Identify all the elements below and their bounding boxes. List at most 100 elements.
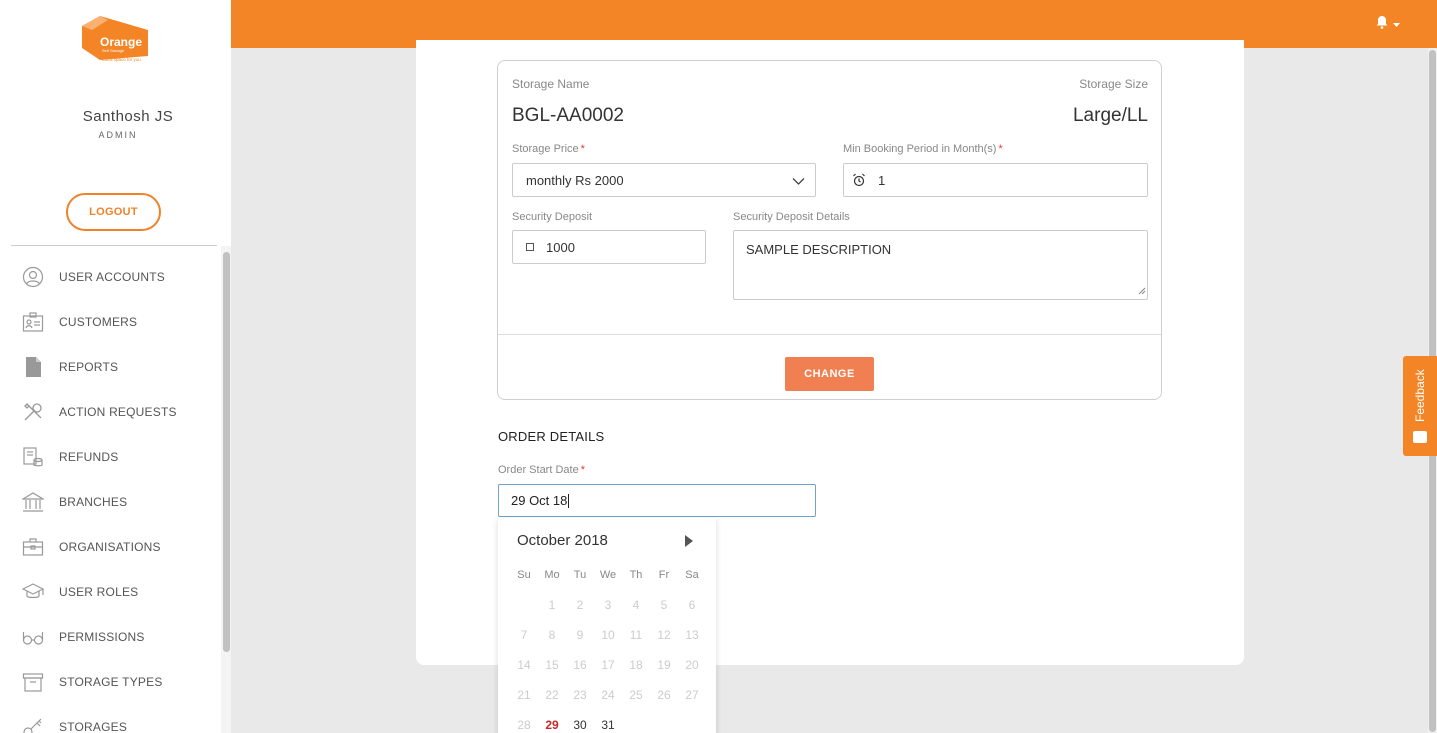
min-period-label-text: Min Booking Period in Month(s) (843, 143, 997, 155)
storage-price-select[interactable]: monthly Rs 2000 (512, 163, 816, 197)
date-picker: October 2018 Su Mo Tu We Th Fr Sa 123456… (498, 518, 716, 733)
weekday-label: Tu (573, 569, 587, 581)
calendar-day[interactable]: 31 (594, 718, 622, 732)
calendar-day: 13 (685, 628, 699, 642)
tools-icon (22, 401, 44, 423)
deposit-details-label: Security Deposit Details (733, 211, 850, 223)
storage-name-value: BGL-AA0002 (512, 105, 624, 126)
change-button[interactable]: CHANGE (785, 357, 874, 391)
storage-panel: Storage Name Storage Size BGL-AA0002 Lar… (497, 60, 1162, 400)
next-month-arrow-icon[interactable] (684, 534, 694, 547)
min-period-field[interactable]: 1 (843, 163, 1148, 197)
logout-button[interactable]: LOGOUT (66, 193, 161, 231)
notifications-dropdown[interactable] (1375, 15, 1400, 34)
sidebar-item-label: USER ACCOUNTS (59, 269, 165, 284)
sidebar-item-label: STORAGE TYPES (59, 674, 163, 689)
calendar-day: 22 (545, 688, 559, 702)
required-mark: * (580, 464, 585, 476)
calendar-day: 14 (517, 658, 531, 672)
feedback-chat-icon (1413, 431, 1427, 443)
sidebar-item-organisations[interactable]: ORGANISATIONS (0, 524, 222, 569)
sidebar-item-label: ORGANISATIONS (59, 539, 161, 554)
user-name: Santhosh JS (82, 108, 174, 125)
calendar-day: 20 (685, 658, 699, 672)
bell-icon (1375, 15, 1389, 34)
svg-text:Self Storage: Self Storage (102, 48, 125, 53)
sidebar-item-label: CUSTOMERS (59, 314, 138, 329)
feedback-label: Feedback (1413, 369, 1427, 423)
sidebar-item-label: USER ROLES (59, 584, 139, 599)
calendar-day: 25 (629, 688, 643, 702)
glasses-icon (22, 626, 44, 648)
calendar-day: 5 (660, 598, 668, 612)
sidebar-scrollbar-thumb[interactable] (223, 252, 230, 652)
document-icon (22, 356, 44, 378)
calendar-day: 21 (517, 688, 531, 702)
calendar-day: 28 (517, 718, 531, 732)
svg-text:Orange: Orange (100, 35, 142, 49)
calendar-day: 12 (657, 628, 671, 642)
calendar-grid: Su Mo Tu We Th Fr Sa 1 2 3 4 5 6 7 8 9 10 11 12 13 14… (510, 560, 706, 733)
calendar-day: 15 (545, 658, 559, 672)
briefcase-icon (22, 536, 44, 558)
calendar-day: 11 (629, 628, 643, 642)
calendar-day: 9 (576, 628, 584, 642)
calendar-week-row: 7 8 9 10 11 12 13 (510, 620, 706, 650)
security-deposit-label: Security Deposit (512, 211, 593, 223)
sidebar-item-reports[interactable]: REPORTS (0, 344, 222, 389)
calendar-day: 2 (576, 598, 584, 612)
alarm-clock-icon (852, 173, 866, 187)
security-deposit-field[interactable]: 1000 (512, 230, 706, 264)
graduation-cap-icon (22, 581, 44, 603)
panel-divider (498, 334, 1161, 335)
calendar-day: 6 (688, 598, 696, 612)
id-card-icon (22, 311, 44, 333)
calendar-day: 10 (601, 628, 615, 642)
calendar-day[interactable]: 29 (538, 718, 566, 732)
sidebar-item-branches[interactable]: BRANCHES (0, 479, 222, 524)
required-mark: * (580, 143, 585, 155)
calendar-day: 7 (520, 628, 528, 642)
text-caret (568, 493, 570, 508)
resize-handle-icon[interactable] (1138, 283, 1146, 298)
currency-icon (526, 243, 534, 251)
sidebar-item-label: REFUNDS (59, 449, 119, 464)
weekday-label: We (599, 569, 617, 581)
calendar-day: 1 (548, 598, 556, 612)
calendar-day: 26 (657, 688, 671, 702)
deposit-details-textarea[interactable]: SAMPLE DESCRIPTION (733, 230, 1148, 300)
calendar-week-row: 21 22 23 24 25 26 27 (510, 680, 706, 710)
sidebar-item-user-accounts[interactable]: USER ACCOUNTS (0, 254, 222, 299)
calendar-day: 19 (657, 658, 671, 672)
calendar-day[interactable]: 30 (566, 718, 594, 732)
sidebar-nav: USER ACCOUNTS CUSTOMERS REPORTS ACTION R… (0, 254, 222, 733)
weekday-label: Sa (685, 569, 699, 581)
sidebar-item-refunds[interactable]: REFUNDS (0, 434, 222, 479)
sidebar: Orange Self Storage Extra space for you … (0, 0, 231, 733)
order-start-date-input[interactable]: 29 Oct 18 (498, 484, 816, 517)
sidebar-item-storage-types[interactable]: STORAGE TYPES (0, 659, 222, 704)
feedback-tab[interactable]: Feedback (1403, 356, 1437, 456)
calendar-day: 18 (629, 658, 643, 672)
calendar-day: 27 (685, 688, 699, 702)
order-start-date-value: 29 Oct 18 (511, 493, 568, 508)
sidebar-item-storages[interactable]: STORAGES (0, 704, 222, 733)
sidebar-item-label: BRANCHES (59, 494, 128, 509)
order-start-date-label: Order Start Date * (498, 464, 585, 476)
calendar-day: 24 (601, 688, 615, 702)
chevron-down-icon (1393, 15, 1400, 33)
sidebar-item-label: PERMISSIONS (59, 629, 145, 644)
sidebar-item-action-requests[interactable]: ACTION REQUESTS (0, 389, 222, 434)
chevron-down-icon (792, 174, 805, 189)
calendar-day: 8 (548, 628, 556, 642)
sidebar-item-user-roles[interactable]: USER ROLES (0, 569, 222, 614)
brand-logo[interactable]: Orange Self Storage Extra space for you (78, 16, 150, 64)
weekday-label: Su (517, 569, 531, 581)
receipt-coins-icon (22, 446, 44, 468)
weekday-label: Fr (658, 569, 670, 581)
order-details-title: ORDER DETAILS (498, 429, 605, 444)
calendar-week-row: 1 2 3 4 5 6 (510, 590, 706, 620)
sidebar-item-permissions[interactable]: PERMISSIONS (0, 614, 222, 659)
calendar-weekday-row: Su Mo Tu We Th Fr Sa (510, 560, 706, 590)
sidebar-item-customers[interactable]: CUSTOMERS (0, 299, 222, 344)
